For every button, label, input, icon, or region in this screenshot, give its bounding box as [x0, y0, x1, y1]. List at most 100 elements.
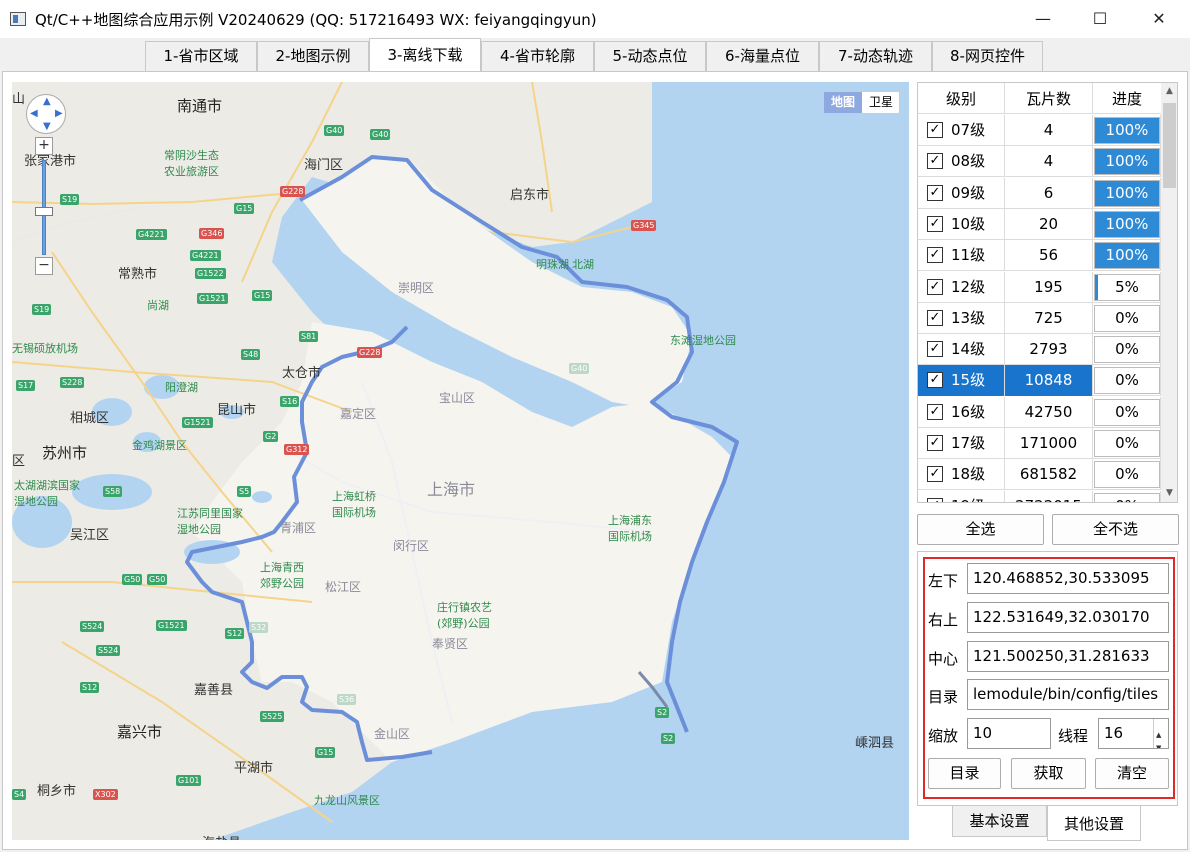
- tile-count-cell[interactable]: 20: [1005, 208, 1093, 240]
- level-cell[interactable]: ✓ 08级: [918, 146, 1005, 178]
- header-tile-count[interactable]: 瓦片数: [1005, 83, 1093, 114]
- level-cell[interactable]: ✓ 11级: [918, 240, 1005, 272]
- map-view[interactable]: 南通市 海门区 启东市 张家港市 常熟市 崇明区 太仓市 昆山市 相城区 苏州市…: [12, 82, 909, 840]
- shield-s81: S81: [299, 331, 319, 342]
- tab-other-settings[interactable]: 其他设置: [1047, 805, 1141, 841]
- shield-g50: G50: [122, 574, 143, 585]
- map-type-satellite-button[interactable]: 卫星: [862, 92, 900, 113]
- table-row[interactable]: ✓ 10级 20 100%: [918, 208, 1161, 240]
- dir-field[interactable]: lemodule/bin/config/tiles: [967, 679, 1169, 710]
- tab-dynamic-track[interactable]: 7-动态轨迹: [819, 41, 932, 72]
- table-row[interactable]: ✓ 14级 2793 0%: [918, 334, 1161, 366]
- minimize-button[interactable]: —: [1020, 0, 1066, 38]
- tile-count-cell[interactable]: 2793: [1005, 334, 1093, 366]
- table-row[interactable]: ✓ 12级 195 5%: [918, 271, 1161, 303]
- label-jiaxing: 嘉兴市: [117, 723, 163, 741]
- level-cell[interactable]: ✓ 07级: [918, 115, 1005, 146]
- tile-count-cell[interactable]: 6: [1005, 177, 1093, 209]
- clear-button[interactable]: 清空: [1095, 758, 1169, 789]
- tab-province-outline[interactable]: 4-省市轮廓: [481, 41, 594, 72]
- maximize-button[interactable]: ☐: [1077, 0, 1123, 38]
- level-checkbox[interactable]: ✓: [927, 247, 943, 264]
- tab-web-control[interactable]: 8-网页控件: [932, 41, 1043, 72]
- tab-basic-settings[interactable]: 基本设置: [952, 805, 1047, 837]
- table-row[interactable]: ✓ 16级 42750 0%: [918, 396, 1161, 428]
- tile-count-cell[interactable]: 195: [1005, 271, 1093, 303]
- level-checkbox[interactable]: ✓: [927, 341, 943, 358]
- level-cell[interactable]: ✓ 15级: [918, 365, 1005, 397]
- header-progress[interactable]: 进度: [1093, 83, 1161, 114]
- tile-count-cell[interactable]: 4: [1005, 146, 1093, 178]
- tab-offline-download[interactable]: 3-离线下载: [369, 38, 481, 72]
- scroll-up-arrow[interactable]: ▲: [1161, 83, 1177, 100]
- level-cell[interactable]: ✓ 19级: [918, 490, 1005, 502]
- tab-province-region[interactable]: 1-省市区域: [145, 41, 257, 72]
- zoom-out-button[interactable]: −: [35, 257, 53, 275]
- scroll-down-arrow[interactable]: ▼: [1161, 485, 1177, 502]
- table-row[interactable]: ✓ 13级 725 0%: [918, 302, 1161, 334]
- tab-mass-points[interactable]: 6-海量点位: [706, 41, 819, 72]
- table-row[interactable]: ✓ 11级 56 100%: [918, 240, 1161, 272]
- level-checkbox[interactable]: ✓: [927, 153, 943, 170]
- level-cell[interactable]: ✓ 10级: [918, 208, 1005, 240]
- tile-count-cell[interactable]: 725: [1005, 302, 1093, 334]
- level-checkbox[interactable]: ✓: [927, 309, 943, 326]
- shield-s2: S2: [661, 733, 676, 744]
- table-row[interactable]: ✓ 17级 171000 0%: [918, 428, 1161, 459]
- bottom-left-field[interactable]: 120.468852,30.533095: [967, 563, 1169, 594]
- level-cell[interactable]: ✓ 14级: [918, 334, 1005, 366]
- map-type-map-button[interactable]: 地图: [824, 92, 862, 113]
- dir-button[interactable]: 目录: [928, 758, 1001, 789]
- table-row[interactable]: ✓ 08级 4 100%: [918, 146, 1161, 178]
- zoom-slider-thumb[interactable]: [35, 207, 53, 216]
- level-cell[interactable]: ✓ 12级: [918, 271, 1005, 303]
- center-field[interactable]: 121.500250,31.281633: [967, 641, 1169, 672]
- level-checkbox[interactable]: ✓: [927, 278, 943, 295]
- tile-count-cell[interactable]: 42750: [1005, 396, 1093, 428]
- tile-count-cell[interactable]: 4: [1005, 115, 1093, 146]
- tile-count-cell[interactable]: 10848: [1005, 365, 1093, 397]
- header-level[interactable]: 级别: [918, 83, 1005, 114]
- label-songjiang: 松江区: [325, 580, 362, 594]
- level-checkbox[interactable]: ✓: [927, 122, 943, 138]
- tile-count-cell[interactable]: 2722015: [1005, 490, 1093, 502]
- scrollbar-thumb[interactable]: [1163, 103, 1176, 188]
- table-scrollbar[interactable]: ▲ ▼: [1161, 83, 1177, 502]
- shield-s19: S19: [60, 194, 80, 205]
- tile-count-cell[interactable]: 171000: [1005, 428, 1093, 459]
- tab-map-demo[interactable]: 2-地图示例: [257, 41, 369, 72]
- top-right-field[interactable]: 122.531649,32.030170: [967, 602, 1169, 633]
- tab-dynamic-points[interactable]: 5-动态点位: [594, 41, 706, 72]
- table-row[interactable]: ✓ 09级 6 100%: [918, 177, 1161, 209]
- level-checkbox[interactable]: ✓: [927, 435, 943, 451]
- zoom-field[interactable]: 10: [967, 718, 1051, 749]
- tile-count-cell[interactable]: 56: [1005, 240, 1093, 272]
- level-cell[interactable]: ✓ 17级: [918, 428, 1005, 459]
- level-cell[interactable]: ✓ 16级: [918, 396, 1005, 428]
- table-row[interactable]: ✓ 07级 4 100%: [918, 115, 1161, 146]
- level-cell[interactable]: ✓ 18级: [918, 459, 1005, 491]
- level-checkbox[interactable]: ✓: [927, 466, 943, 483]
- zoom-in-button[interactable]: +: [35, 137, 53, 155]
- level-checkbox[interactable]: ✓: [927, 184, 943, 201]
- select-none-button[interactable]: 全不选: [1052, 514, 1179, 545]
- threads-spin-buttons[interactable]: ▲ ▼: [1153, 719, 1168, 748]
- level-cell[interactable]: ✓ 13级: [918, 302, 1005, 334]
- level-checkbox[interactable]: ✓: [927, 403, 943, 420]
- level-checkbox[interactable]: ✓: [927, 497, 943, 502]
- fetch-button[interactable]: 获取: [1011, 758, 1086, 789]
- shield-g40: G40: [569, 363, 590, 374]
- close-button[interactable]: ✕: [1136, 0, 1182, 38]
- table-row[interactable]: ✓ 18级 681582 0%: [918, 459, 1161, 491]
- level-checkbox[interactable]: ✓: [927, 372, 943, 389]
- progress-text: 0%: [1115, 402, 1139, 421]
- select-all-button[interactable]: 全选: [917, 514, 1044, 545]
- tile-count-cell[interactable]: 681582: [1005, 459, 1093, 491]
- spin-down-icon[interactable]: ▼: [1156, 734, 1161, 748]
- table-row[interactable]: ✓ 19级 2722015 0%: [918, 490, 1161, 502]
- level-checkbox[interactable]: ✓: [927, 215, 943, 232]
- table-row[interactable]: ✓ 15级 10848 0%: [918, 365, 1161, 397]
- pan-control[interactable]: ▲ ▼ ◀ ▶: [26, 94, 66, 134]
- level-cell[interactable]: ✓ 09级: [918, 177, 1005, 209]
- threads-spinbox[interactable]: 16 ▲ ▼: [1098, 718, 1169, 749]
